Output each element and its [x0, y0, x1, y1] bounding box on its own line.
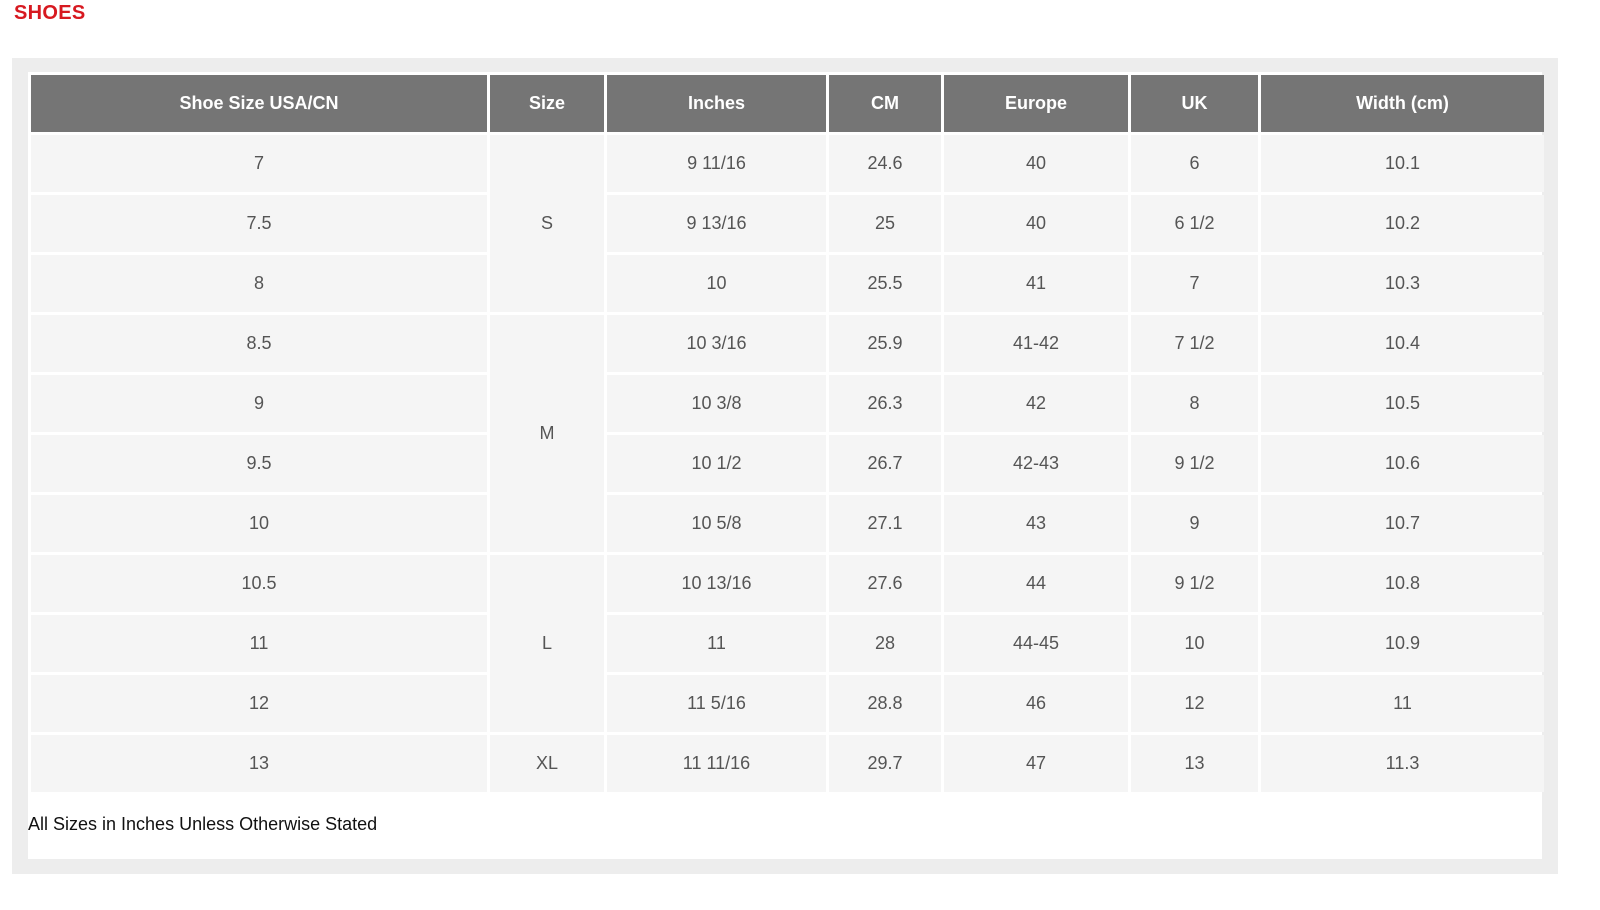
cell-cm: 28.8: [829, 675, 941, 732]
cell-size-group: M: [490, 315, 604, 552]
cell-europe: 42-43: [944, 435, 1128, 492]
cell-europe: 41: [944, 255, 1128, 312]
size-chart-table: Shoe Size USA/CN Size Inches CM Europe U…: [28, 72, 1547, 795]
cell-width: 10.1: [1261, 135, 1544, 192]
cell-uk: 9 1/2: [1131, 435, 1258, 492]
cell-europe: 44: [944, 555, 1128, 612]
cell-inches: 9 11/16: [607, 135, 826, 192]
section-title: SHOES: [14, 2, 86, 24]
cell-cm: 26.7: [829, 435, 941, 492]
cell-us-size: 11: [31, 615, 487, 672]
table-row: 10.5 L 10 13/16 27.6 44 9 1/2 10.8: [31, 555, 1544, 732]
cell-width: 10.5: [1261, 375, 1544, 432]
cell-inches: 9 13/16: [607, 195, 826, 252]
cell-europe: 40: [944, 195, 1128, 252]
cell-width: 11: [1261, 675, 1544, 732]
footnote: All Sizes in Inches Unless Otherwise Sta…: [28, 814, 378, 834]
cell-us-size: 8: [31, 255, 487, 312]
table-row: 7.5 9 13/16 25 40 6 1/2 10.2: [31, 195, 1544, 252]
cell-uk: 9 1/2: [1131, 555, 1258, 612]
cell-width: 10.2: [1261, 195, 1544, 252]
cell-cm: 29.7: [829, 735, 941, 792]
cell-cm: 27.1: [829, 495, 941, 552]
cell-cm: 25.9: [829, 315, 941, 372]
cell-uk: 9: [1131, 495, 1258, 552]
cell-us-size: 9.5: [31, 435, 487, 492]
header-europe: Europe: [944, 75, 1128, 132]
cell-europe: 47: [944, 735, 1128, 792]
cell-width: 11.3: [1261, 735, 1544, 792]
cell-inches: 10 5/8: [607, 495, 826, 552]
cell-inches: 10 1/2: [607, 435, 826, 492]
cell-cm: 25: [829, 195, 941, 252]
cell-width: 10.6: [1261, 435, 1544, 492]
table-row: 9.5 10 1/2 26.7 42-43 9 1/2 10.6: [31, 435, 1544, 492]
cell-europe: 42: [944, 375, 1128, 432]
size-chart-inner: Shoe Size USA/CN Size Inches CM Europe U…: [28, 72, 1544, 859]
header-us-size: Shoe Size USA/CN: [31, 75, 487, 132]
cell-width: 10.7: [1261, 495, 1544, 552]
header-inches: Inches: [607, 75, 826, 132]
header-width: Width (cm): [1261, 75, 1544, 132]
cell-us-size: 9: [31, 375, 487, 432]
cell-cm: 27.6: [829, 555, 941, 612]
cell-uk: 6 1/2: [1131, 195, 1258, 252]
cell-cm: 24.6: [829, 135, 941, 192]
cell-europe: 40: [944, 135, 1128, 192]
table-row: 10 10 5/8 27.1 43 9 10.7: [31, 495, 1544, 552]
table-row: 9 10 3/8 26.3 42 8 10.5: [31, 375, 1544, 432]
cell-us-size: 10: [31, 495, 487, 552]
table-row: 7S9 11/16 24.6 40 6 10.1: [31, 135, 1544, 312]
cell-inches: 11 5/16: [607, 675, 826, 732]
cell-uk: 8: [1131, 375, 1258, 432]
header-cm: CM: [829, 75, 941, 132]
table-body: 7S9 11/16 24.6 40 6 10.1 7.5 9 13/16 25 40 6 1/2 1…: [31, 135, 1544, 792]
cell-us-size: 8.5: [31, 315, 487, 372]
table-row: 12 11 5/16 28.8 46 12 11: [31, 675, 1544, 732]
cell-size-group: S: [490, 135, 604, 312]
cell-uk: 12: [1131, 675, 1258, 732]
table-row: 8.5 M 10 3/16 25.9 41-42 7 1/2 10.4: [31, 315, 1544, 552]
cell-width: 10.3: [1261, 255, 1544, 312]
cell-uk: 7: [1131, 255, 1258, 312]
cell-cm: 25.5: [829, 255, 941, 312]
cell-us-size: 13: [31, 735, 487, 792]
cell-uk: 7 1/2: [1131, 315, 1258, 372]
cell-europe: 46: [944, 675, 1128, 732]
cell-cm: 26.3: [829, 375, 941, 432]
cell-inches: 11: [607, 615, 826, 672]
cell-inches: 10: [607, 255, 826, 312]
size-chart-panel: Shoe Size USA/CN Size Inches CM Europe U…: [12, 58, 1558, 874]
cell-inches: 10 3/8: [607, 375, 826, 432]
cell-uk: 6: [1131, 135, 1258, 192]
cell-us-size: 7: [31, 135, 487, 192]
cell-uk: 10: [1131, 615, 1258, 672]
cell-inches: 10 13/16: [607, 555, 826, 612]
cell-uk: 13: [1131, 735, 1258, 792]
cell-us-size: 7.5: [31, 195, 487, 252]
cell-europe: 44-45: [944, 615, 1128, 672]
cell-width: 10.8: [1261, 555, 1544, 612]
cell-inches: 11 11/16: [607, 735, 826, 792]
header-size: Size: [490, 75, 604, 132]
cell-width: 10.9: [1261, 615, 1544, 672]
cell-us-size: 10.5: [31, 555, 487, 612]
table-row: 11 11 28 44-45 10 10.9: [31, 615, 1544, 672]
cell-cm: 28: [829, 615, 941, 672]
table-row: 13 XL 11 11/16 29.7 47 13 11.3: [31, 735, 1544, 792]
cell-width: 10.4: [1261, 315, 1544, 372]
cell-us-size: 12: [31, 675, 487, 732]
cell-size-group: L: [490, 555, 604, 732]
cell-europe: 43: [944, 495, 1128, 552]
cell-europe: 41-42: [944, 315, 1128, 372]
cell-inches: 10 3/16: [607, 315, 826, 372]
header-row: Shoe Size USA/CN Size Inches CM Europe U…: [31, 75, 1544, 132]
header-uk: UK: [1131, 75, 1258, 132]
table-row: 8 10 25.5 41 7 10.3: [31, 255, 1544, 312]
cell-size-group: XL: [490, 735, 604, 792]
